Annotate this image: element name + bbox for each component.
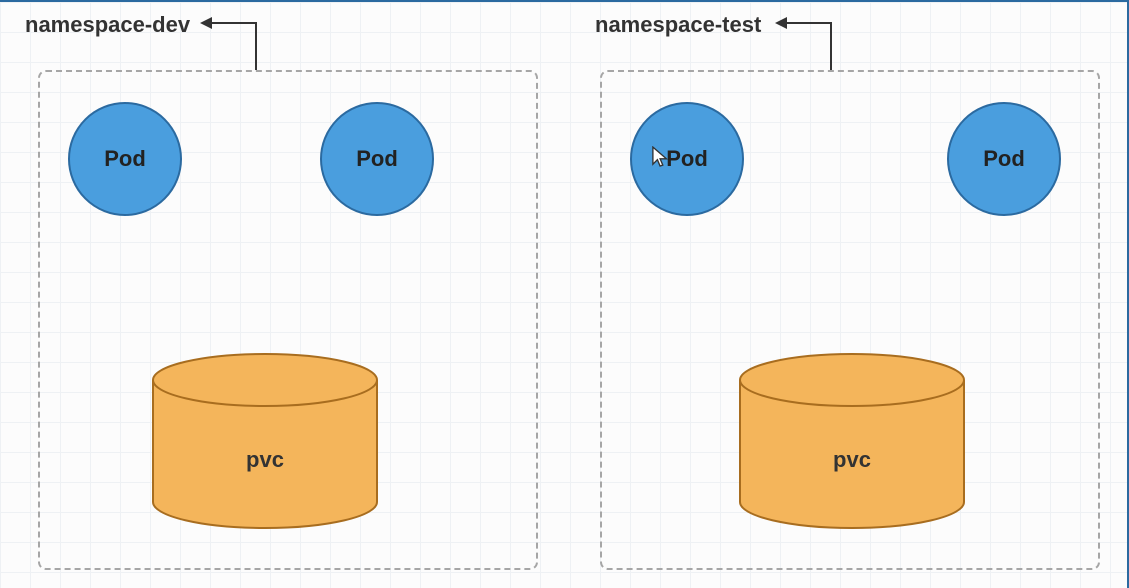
namespace-label-test: namespace-test (595, 12, 761, 38)
pod-label: Pod (666, 146, 708, 172)
diagram-canvas: namespace-dev Pod Pod pvc namespace-test (0, 0, 1129, 588)
pvc-label: pvc (737, 447, 967, 473)
pod-label: Pod (356, 146, 398, 172)
pvc-cylinder: pvc (737, 352, 967, 522)
pod-label: Pod (104, 146, 146, 172)
pod-circle: Pod (630, 102, 744, 216)
namespace-box-test: Pod Pod pvc (600, 70, 1100, 570)
pod-circle: Pod (320, 102, 434, 216)
namespace-label-dev: namespace-dev (25, 12, 190, 38)
pod-circle: Pod (68, 102, 182, 216)
pod-label: Pod (983, 146, 1025, 172)
namespace-box-dev: Pod Pod pvc (38, 70, 538, 570)
pod-circle: Pod (947, 102, 1061, 216)
pvc-label: pvc (150, 447, 380, 473)
pvc-cylinder: pvc (150, 352, 380, 522)
